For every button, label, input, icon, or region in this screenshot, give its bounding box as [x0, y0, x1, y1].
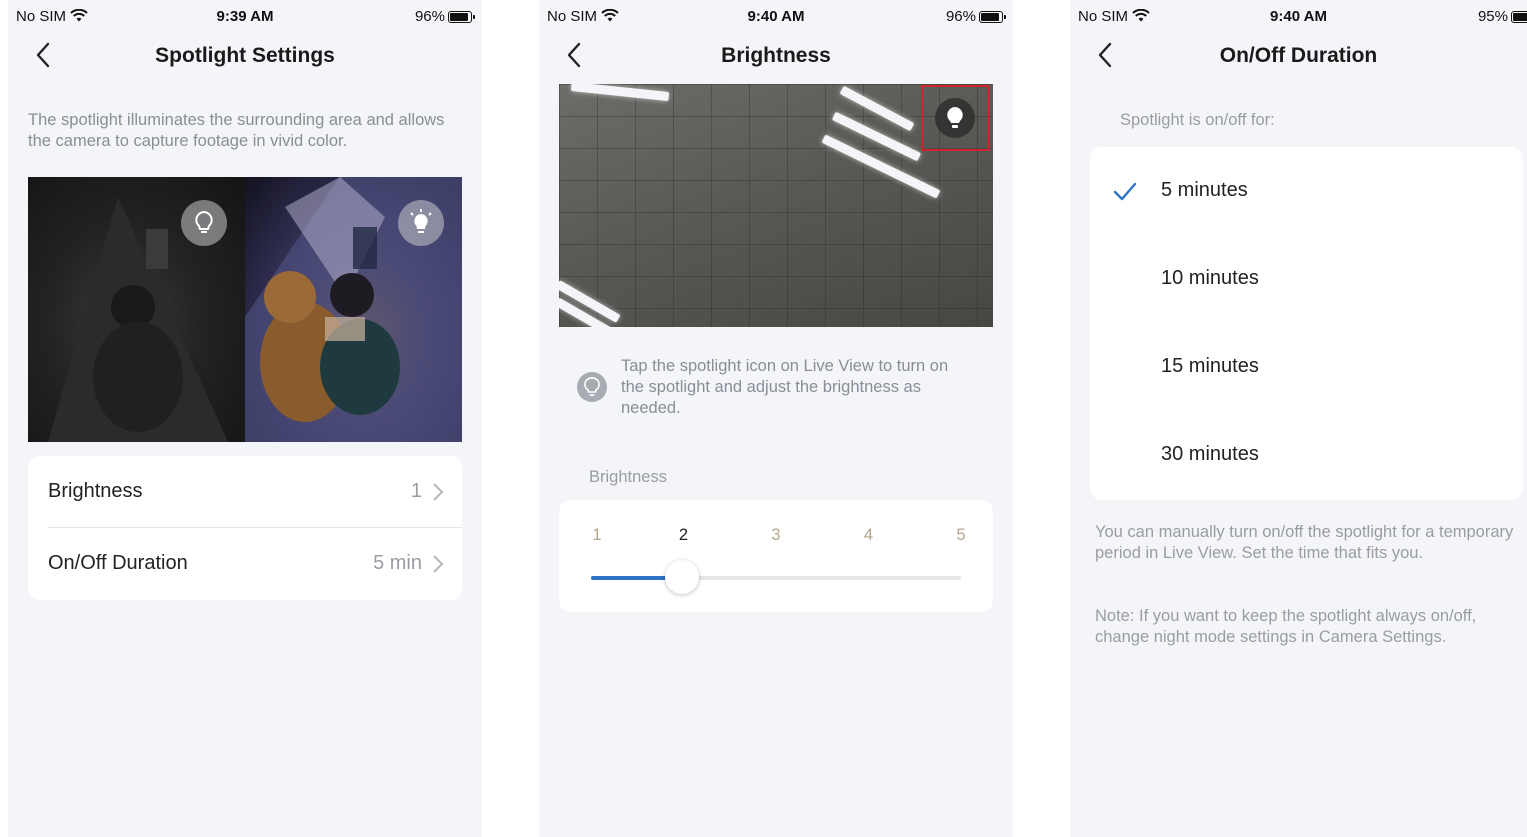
spotlight-on-image — [245, 177, 462, 442]
brightness-row[interactable]: Brightness 1 — [28, 456, 462, 528]
status-bar: No SIM 9:40 AM 95% — [1070, 0, 1527, 32]
battery-icon — [448, 11, 475, 23]
battery-percent: 96% — [945, 8, 976, 25]
brightness-label: Brightness — [48, 480, 143, 502]
nav-bar: On/Off Duration — [1070, 34, 1527, 78]
duration-option-label: 30 minutes — [1161, 443, 1259, 465]
duration-option-30-minutes[interactable]: 30 minutes — [1090, 411, 1523, 499]
brightness-level-5[interactable]: 5 — [951, 526, 971, 545]
battery-icon — [1511, 11, 1527, 23]
page-title: Spotlight Settings — [155, 44, 335, 67]
bulb-tip-icon — [577, 372, 607, 402]
page-title: Brightness — [721, 44, 831, 67]
brightness-slider-card: 1 2 3 4 5 — [559, 500, 993, 612]
brightness-level-3[interactable]: 3 — [766, 526, 786, 545]
nav-bar: Brightness — [539, 34, 1013, 78]
duration-option-label: 15 minutes — [1161, 355, 1259, 377]
brightness-level-1[interactable]: 1 — [587, 526, 607, 545]
status-bar: No SIM 9:39 AM 96% — [8, 0, 482, 32]
duration-note-night-mode: Note: If you want to keep the spotlight … — [1095, 607, 1477, 646]
duration-option-label: 5 minutes — [1161, 179, 1248, 201]
brightness-screen: No SIM 9:40 AM 96% Brightness Tap the sp… — [539, 0, 1013, 837]
status-bar: No SIM 9:40 AM 96% — [539, 0, 1013, 32]
duration-option-10-minutes[interactable]: 10 minutes — [1090, 235, 1523, 323]
on-off-duration-value: 5 min — [373, 552, 422, 574]
brightness-level-4[interactable]: 4 — [859, 526, 879, 545]
chevron-right-icon — [433, 555, 444, 573]
brightness-section-label: Brightness — [589, 468, 667, 486]
duration-section-label: Spotlight is on/off for: — [1120, 111, 1275, 129]
brightness-tip-text: Tap the spotlight icon on Live View to t… — [621, 357, 949, 417]
bulb-off-icon — [181, 200, 227, 246]
live-view-preview — [559, 84, 993, 327]
spotlight-description: The spotlight illuminates the surroundin… — [28, 111, 445, 150]
on-off-duration-row[interactable]: On/Off Duration 5 min — [28, 528, 462, 600]
duration-option-label: 10 minutes — [1161, 267, 1259, 289]
chevron-right-icon — [433, 483, 444, 501]
brightness-level-2[interactable]: 2 — [674, 526, 694, 545]
status-time: 9:40 AM — [747, 8, 805, 25]
battery-percent: 95% — [1477, 8, 1508, 25]
battery-percent: 96% — [414, 8, 445, 25]
checkmark-icon — [1113, 182, 1137, 201]
status-time: 9:39 AM — [216, 8, 274, 25]
spotlight-off-image — [28, 177, 245, 442]
page-title: On/Off Duration — [1219, 44, 1378, 67]
duration-note-manual: You can manually turn on/off the spotlig… — [1095, 523, 1514, 562]
status-time: 9:40 AM — [1270, 8, 1327, 25]
on-off-duration-screen: No SIM 9:40 AM 95% On/Off Duration Spotl… — [1070, 0, 1527, 837]
bulb-on-icon — [398, 200, 444, 246]
duration-option-5-minutes[interactable]: 5 minutes — [1090, 147, 1523, 235]
brightness-value: 1 — [410, 480, 422, 502]
spotlight-toggle-icon[interactable] — [935, 98, 975, 138]
duration-options-list: 5 minutes 10 minutes 15 minutes 30 minut… — [1090, 147, 1523, 500]
spotlight-comparison-image — [28, 177, 462, 442]
duration-option-15-minutes[interactable]: 15 minutes — [1090, 323, 1523, 411]
spotlight-settings-screen: No SIM 9:39 AM 96% Spotlight Settings Th… — [8, 0, 482, 837]
settings-card: Brightness 1 On/Off Duration 5 min — [28, 456, 462, 600]
nav-bar: Spotlight Settings — [8, 34, 482, 78]
on-off-duration-label: On/Off Duration — [48, 552, 188, 574]
slider-thumb[interactable] — [664, 560, 699, 594]
battery-icon — [979, 11, 1006, 23]
